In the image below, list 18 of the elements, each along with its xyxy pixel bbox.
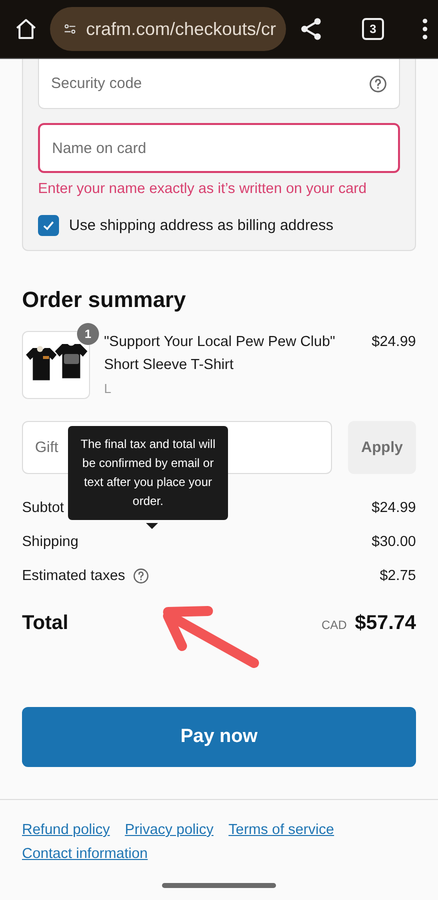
total-label: Total [22,612,68,635]
error-message: Enter your name exactly as it’s written on your card [38,181,368,197]
checkbox-label: Use shipping address as billing address [69,217,334,234]
summary-label: Subtot [22,500,64,516]
quantity-badge: 1 [77,323,99,345]
url-text: crafm.com/checkouts/cr [86,18,276,40]
summary-value: $24.99 [372,500,416,516]
total-amount: $57.74 [354,612,416,635]
section-title: Order summary [22,287,187,313]
summary-value: $2.75 [380,568,416,584]
summary-value: $30.00 [372,534,416,550]
tooltip: The final tax and total will be confirmed by email or text after you place your order. [68,426,228,520]
summary-label: Shipping [22,534,78,550]
product-name: "Support Your Local Pew Pew Club" Short Sleeve T-Shirt [104,333,336,375]
product-variant: L [104,381,112,396]
product-price: $24.99 [372,334,416,350]
currency-code: CAD [321,618,347,632]
summary-label: Estimated taxes [22,568,126,584]
